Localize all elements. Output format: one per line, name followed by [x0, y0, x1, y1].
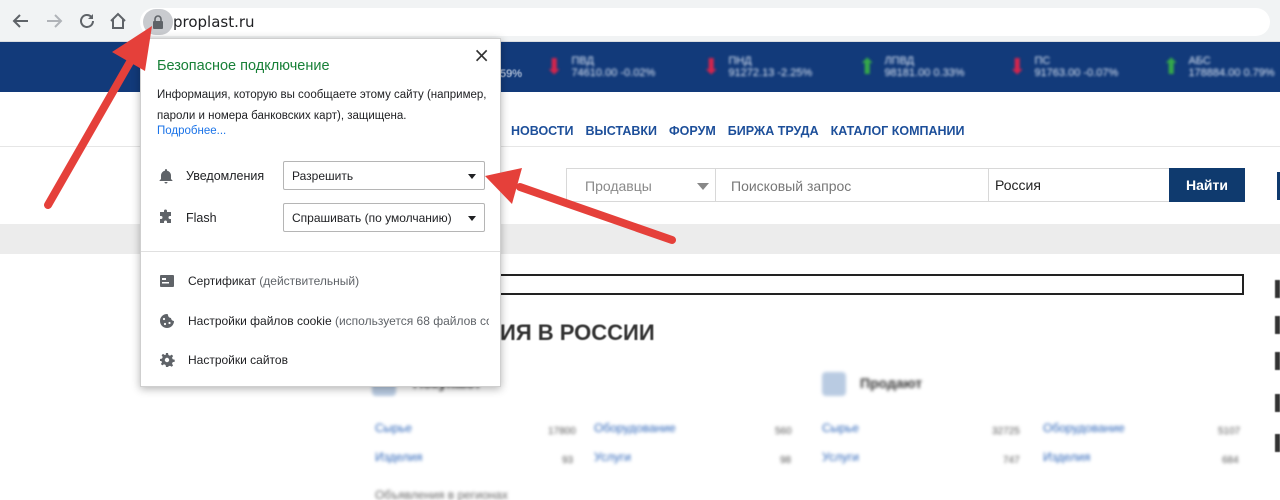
ticker-item[interactable]: ⬇ ПС 91763.00 -0.07%	[1008, 48, 1118, 86]
ticker-item[interactable]: ⬆ АБС 178884.00 0.79%	[1162, 48, 1275, 86]
bell-icon	[159, 169, 173, 184]
sell-link[interactable]: Оборудование	[1043, 421, 1125, 435]
divider	[141, 251, 500, 252]
site-info-button[interactable]	[143, 9, 173, 35]
gear-icon	[160, 353, 175, 367]
regions-link[interactable]: Объявления в регионах	[375, 488, 508, 500]
forward-button[interactable]	[42, 9, 66, 33]
buy-count: 17800	[548, 426, 576, 437]
browser-toolbar: proplast.ru	[0, 0, 1280, 42]
sell-icon	[822, 372, 846, 396]
sell-title: Продают	[860, 375, 923, 391]
certificate-link[interactable]: Сертификат (действительный)	[157, 271, 489, 291]
reload-button[interactable]	[75, 9, 99, 33]
permission-notifications: Уведомления Разрешить	[157, 161, 487, 191]
chevron-down-icon	[468, 216, 476, 221]
secure-connection-description: Информация, которую вы сообщаете этому с…	[157, 89, 487, 122]
arrow-down-icon: ⬇	[1008, 54, 1027, 79]
edge-mark	[1275, 316, 1280, 334]
edge-mark	[1275, 394, 1280, 412]
sell-count: 747	[1003, 455, 1020, 466]
certificate-icon	[160, 275, 174, 287]
menu-item-exhibitions[interactable]: ВЫСТАВКИ	[586, 124, 658, 138]
region-input[interactable]: Россия	[988, 168, 1170, 202]
site-settings-link[interactable]: Настройки сайтов	[157, 350, 489, 370]
ticker-partial-value: 59%	[500, 68, 523, 80]
buy-link[interactable]: Сырье	[375, 421, 412, 435]
sell-count: 684	[1222, 455, 1239, 466]
arrow-up-icon: ⬆	[858, 54, 877, 79]
flash-select[interactable]: Спрашивать (по умолчанию)	[283, 203, 485, 232]
arrow-up-icon: ⬆	[1162, 54, 1181, 79]
arrow-left-icon	[12, 14, 28, 28]
notifications-select[interactable]: Разрешить	[283, 161, 485, 190]
buy-link[interactable]: Услуги	[594, 450, 631, 464]
banner-frame	[490, 274, 1244, 295]
sell-link[interactable]: Сырье	[822, 421, 859, 435]
buy-count: 98	[780, 455, 792, 466]
sell-link[interactable]: Изделия	[1043, 450, 1090, 464]
edge-mark	[1275, 434, 1280, 452]
secure-connection-title[interactable]: Безопасное подключение	[157, 58, 330, 74]
search-input[interactable]: Поисковый запрос	[715, 168, 989, 202]
home-button[interactable]	[106, 9, 130, 33]
edge-mark	[1275, 352, 1280, 370]
address-bar[interactable]	[140, 8, 1270, 36]
sell-link[interactable]: Услуги	[822, 450, 859, 464]
chevron-down-icon	[697, 183, 709, 190]
ticker-item[interactable]: ⬆ ЛПВД 98181.00 0.33%	[858, 48, 965, 86]
permission-label: Уведомления	[186, 169, 265, 183]
buy-link[interactable]: Оборудование	[594, 421, 676, 435]
edge-mark	[1275, 280, 1280, 298]
puzzle-icon	[160, 209, 171, 223]
menu-item-forum[interactable]: ФОРУМ	[669, 124, 716, 138]
lock-icon	[153, 15, 163, 29]
find-button[interactable]: Найти	[1169, 168, 1245, 202]
ticker-item[interactable]: ⬇ ПВД 74610.00 -0.02%	[545, 48, 655, 86]
main-menu: Й НОВОСТИ ВЫСТАВКИ ФОРУМ БИРЖА ТРУДА КАТ…	[490, 124, 965, 138]
permission-flash: Flash Спрашивать (по умолчанию)	[157, 203, 487, 233]
back-button[interactable]	[9, 9, 33, 33]
sell-count: 5107	[1218, 426, 1241, 437]
reload-icon	[80, 14, 94, 28]
buy-count: 560	[775, 426, 792, 437]
home-icon	[110, 12, 126, 29]
menu-item-news[interactable]: НОВОСТИ	[511, 124, 574, 138]
site-info-popup: × Безопасное подключение Информация, кот…	[140, 38, 501, 387]
ticker-item[interactable]: ⬇ ПНД 91272.13 -2.25%	[702, 48, 812, 86]
arrow-right-icon	[47, 14, 63, 28]
arrow-down-icon: ⬇	[702, 54, 721, 79]
cookie-settings-link[interactable]: Настройки файлов cookie (используется 68…	[157, 311, 489, 331]
section-heading: ИЯ В РОССИИ	[500, 320, 655, 345]
buy-link[interactable]: Изделия	[375, 450, 422, 464]
sell-count: 32725	[992, 426, 1020, 437]
cookie-icon	[160, 314, 174, 328]
close-button[interactable]: ×	[473, 43, 490, 67]
menu-item-catalog[interactable]: КАТАЛОГ КОМПАНИИ	[831, 124, 965, 138]
url-text[interactable]: proplast.ru	[173, 13, 255, 31]
arrow-down-icon: ⬇	[545, 54, 564, 79]
learn-more-link[interactable]: Подробнее...	[157, 125, 226, 137]
buy-count: 93	[562, 455, 574, 466]
permission-label: Flash	[186, 211, 217, 225]
chevron-down-icon	[468, 174, 476, 179]
menu-item-jobs[interactable]: БИРЖА ТРУДА	[728, 124, 819, 138]
search-type-select[interactable]: Продавцы	[566, 168, 716, 202]
